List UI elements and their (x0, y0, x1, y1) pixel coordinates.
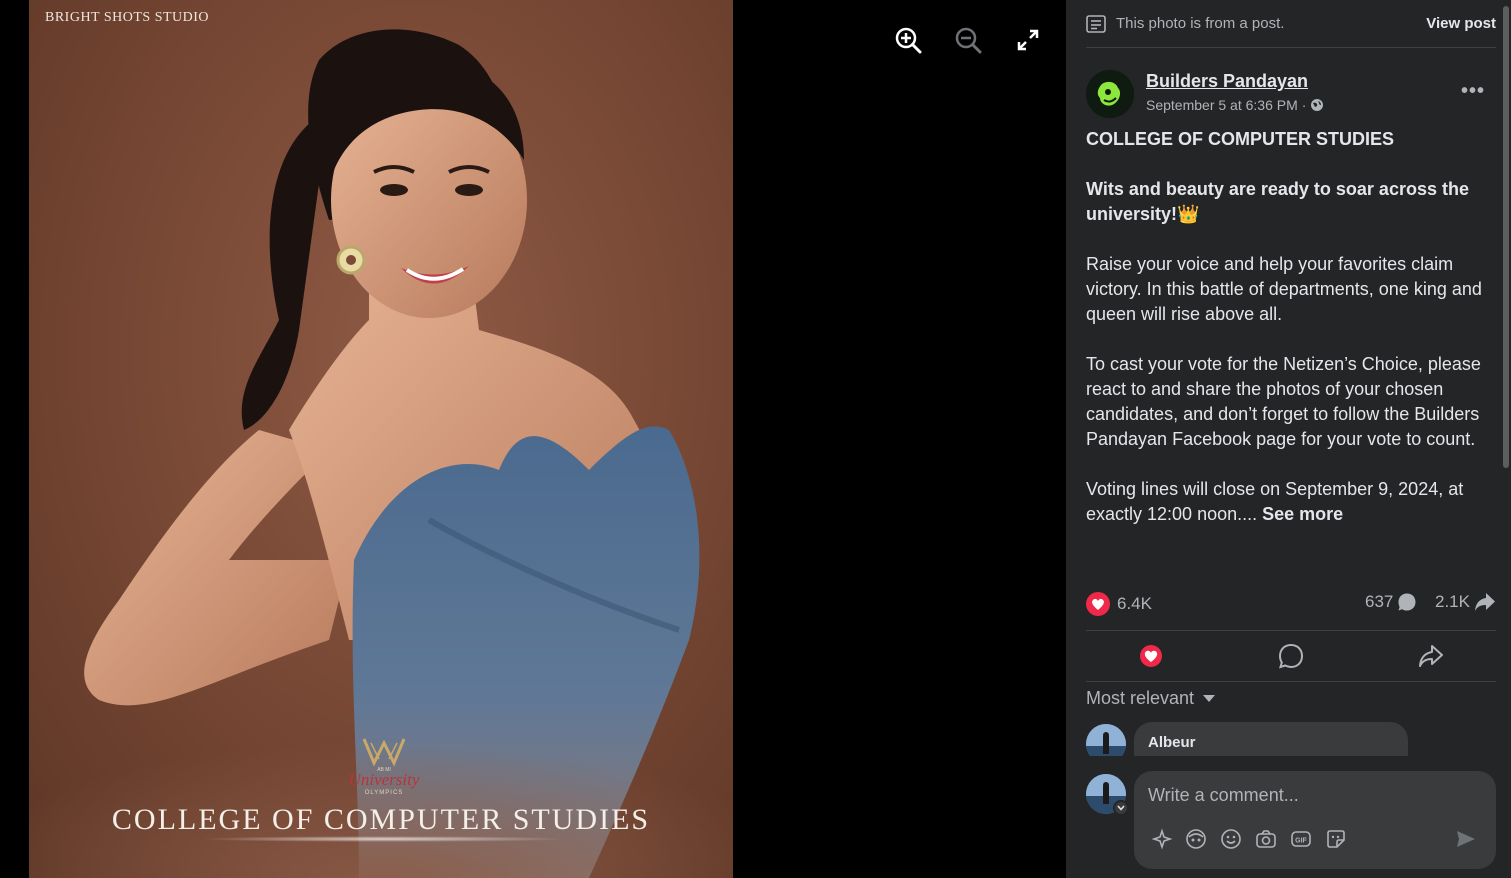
share-icon (1419, 645, 1443, 667)
post-source-text: This photo is from a post. (1116, 15, 1285, 32)
comment-composer-area: GIF (1066, 756, 1511, 878)
share-arrow-icon (1474, 593, 1495, 611)
svg-text:University: University (349, 770, 420, 789)
photo-caption: COLLEGE OF COMPUTER STUDIES (111, 803, 651, 836)
gif-button[interactable]: GIF (1289, 827, 1313, 851)
view-post-link[interactable]: View post (1426, 15, 1496, 32)
svg-text:GIF: GIF (1295, 838, 1307, 845)
post-paragraph-1: Raise your voice and help your favorites… (1086, 254, 1482, 324)
panel-scrollbar[interactable] (1501, 0, 1511, 878)
scrollbar-thumb[interactable] (1503, 6, 1509, 468)
comment-input[interactable] (1148, 781, 1478, 809)
comment-sort-dropdown[interactable]: Most relevant (1086, 688, 1216, 709)
photo-button[interactable] (1254, 827, 1278, 851)
meta-separator: · (1301, 97, 1307, 113)
comment-sort-label: Most relevant (1086, 688, 1195, 708)
emoji-icon (1221, 829, 1241, 849)
comment-icon (1278, 643, 1304, 669)
caret-down-icon (1203, 695, 1216, 702)
fullscreen-icon (1017, 29, 1039, 51)
love-icon (1140, 645, 1162, 667)
commenter-name[interactable]: Albeur (1148, 734, 1196, 751)
comment-bubble-icon (1398, 593, 1416, 611)
share-count-value: 2.1K (1435, 592, 1470, 611)
post-paragraph-3: Voting lines will close on September 9, … (1086, 477, 1486, 527)
post-paragraph-2: To cast your vote for the Netizen’s Choi… (1086, 354, 1481, 449)
camera-icon (1256, 830, 1276, 848)
share-count[interactable]: 2.1K (1435, 592, 1496, 612)
post-stats: 6.4K 637 2.1K (1086, 592, 1496, 616)
reaction-count[interactable]: 6.4K (1086, 592, 1152, 616)
photo-viewer: BRIGHT SHOTS STUDIO AB MI University OLY… (0, 0, 1066, 878)
zoom-in-button[interactable] (892, 24, 924, 56)
post-body: COLLEGE OF COMPUTER STUDIES Wits and bea… (1086, 127, 1486, 552)
chevron-down-icon (1117, 805, 1125, 811)
post-tagline: Wits and beauty are ready to soar across… (1086, 179, 1469, 224)
post-heading: COLLEGE OF COMPUTER STUDIES (1086, 129, 1395, 149)
post-photo[interactable]: BRIGHT SHOTS STUDIO AB MI University OLY… (29, 0, 733, 878)
post-icon (1086, 14, 1106, 33)
zoom-in-icon (895, 27, 922, 54)
university-olympics-logo: AB MI University OLYMPICS (349, 738, 420, 796)
comment-button[interactable] (1276, 641, 1306, 671)
post-side-panel: This photo is from a post. View post Bui… (1066, 0, 1511, 878)
avatar-sticker-button[interactable] (1150, 827, 1174, 851)
caption-glow (199, 836, 569, 842)
emoji-button[interactable] (1219, 827, 1243, 851)
see-more-link[interactable]: See more (1262, 504, 1343, 524)
love-reaction-icon (1086, 592, 1110, 616)
page-name-link[interactable]: Builders Pandayan (1146, 71, 1308, 92)
send-comment-button[interactable] (1454, 827, 1478, 851)
crown-emoji: 👑 (1177, 204, 1200, 224)
globe-icon (1311, 99, 1324, 111)
zoom-out-icon (955, 27, 982, 54)
share-button[interactable] (1416, 641, 1446, 671)
post-tagline-paragraph: Wits and beauty are ready to soar across… (1086, 177, 1486, 227)
post-action-bar (1086, 630, 1496, 682)
post-options-button[interactable]: ••• (1461, 80, 1485, 103)
post-timestamp[interactable]: September 5 at 6:36 PM (1146, 97, 1298, 113)
gif-icon: GIF (1291, 831, 1311, 847)
studio-watermark: BRIGHT SHOTS STUDIO (45, 10, 210, 25)
builders-pandayan-logo (1086, 70, 1134, 118)
send-icon (1457, 831, 1475, 847)
sparkle-avatar-icon (1151, 828, 1173, 850)
sticker-button[interactable] (1324, 827, 1348, 851)
comment-composer: GIF (1134, 771, 1496, 869)
comment-count[interactable]: 637 (1365, 592, 1417, 612)
avatar-face-icon (1186, 829, 1206, 849)
svg-text:OLYMPICS: OLYMPICS (365, 790, 404, 796)
sticker-icon (1327, 830, 1345, 848)
post-source-bar: This photo is from a post. View post (1086, 0, 1496, 48)
post-meta: September 5 at 6:36 PM · (1146, 97, 1324, 113)
love-button[interactable] (1136, 641, 1166, 671)
fullscreen-button[interactable] (1012, 24, 1044, 56)
profile-switch-chevron[interactable] (1113, 800, 1129, 816)
reaction-count-value: 6.4K (1117, 594, 1152, 613)
comment-bubble: Albeur (1134, 722, 1408, 756)
comment-count-value: 637 (1365, 592, 1394, 611)
page-avatar[interactable] (1086, 70, 1134, 118)
avatar-button[interactable] (1184, 827, 1208, 851)
zoom-out-button[interactable] (952, 24, 984, 56)
